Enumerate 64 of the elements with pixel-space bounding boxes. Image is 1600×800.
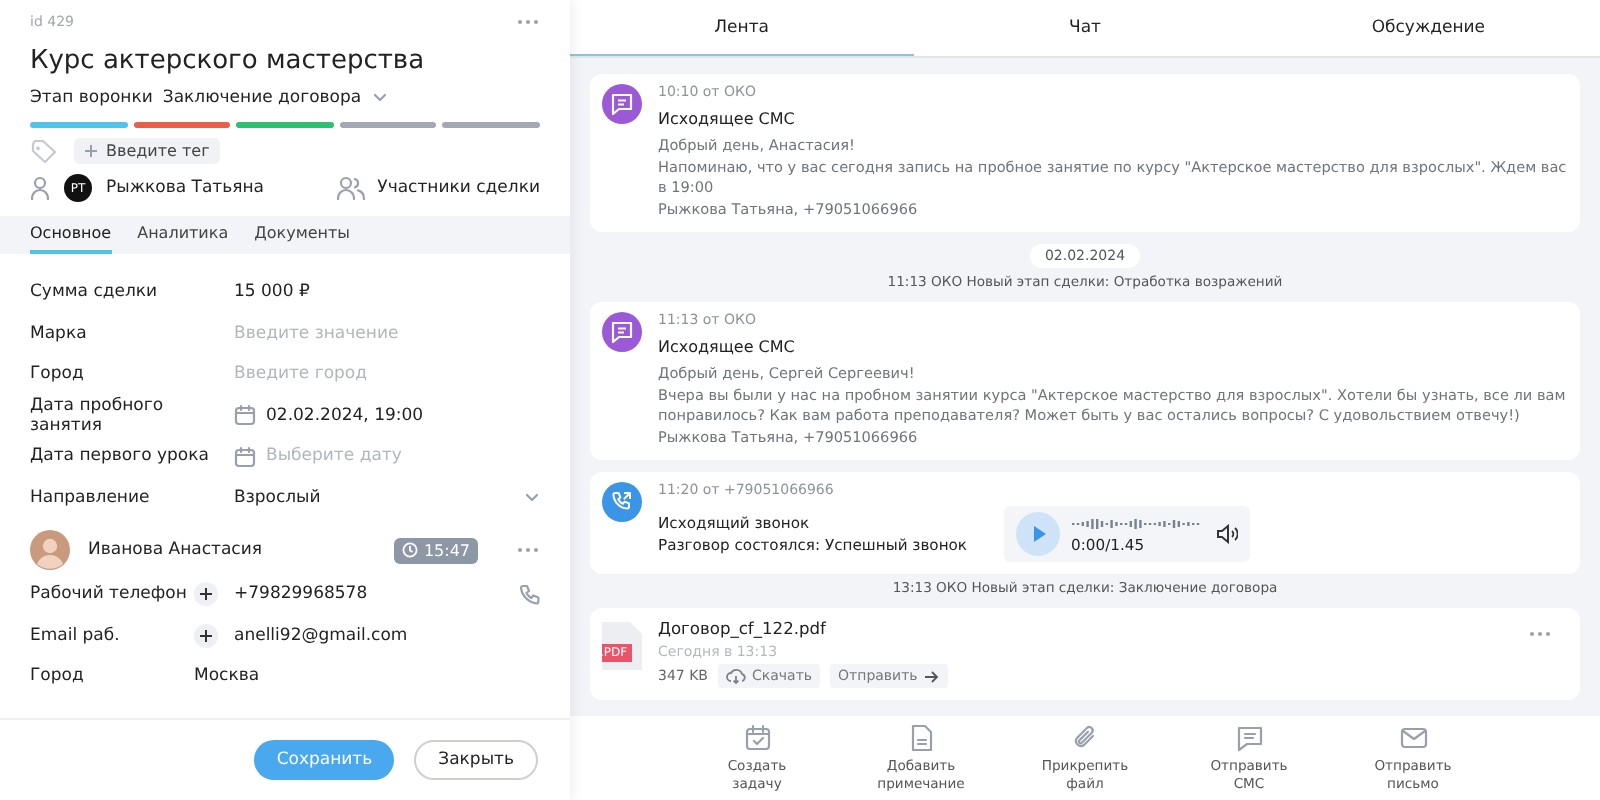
time-text: 15:47 — [423, 541, 470, 559]
file-name[interactable]: Договор_cf_122.pdf — [658, 618, 1570, 638]
chevron-down-icon[interactable] — [524, 491, 540, 504]
stage-label: Этап воронки — [30, 88, 153, 108]
responsible-name[interactable]: Рыжкова Татьяна — [106, 178, 264, 198]
field-value[interactable]: 02.02.2024, 19:00 — [266, 405, 424, 426]
play-icon[interactable] — [1015, 512, 1060, 556]
field-label: Рабочий телефон — [30, 584, 189, 605]
calendar-check-icon — [743, 724, 771, 752]
message-icon — [1235, 724, 1263, 752]
contact-name[interactable]: Иванова Анастасия — [88, 540, 262, 560]
participants-button[interactable]: Участники сделки — [335, 176, 540, 200]
close-button[interactable]: Закрыть — [414, 740, 538, 780]
field-value[interactable]: anelli92@gmail.com — [234, 625, 408, 646]
message-icon — [602, 312, 642, 352]
arrow-right-icon — [923, 669, 940, 683]
field-value[interactable]: Москва — [194, 666, 260, 687]
paperclip-icon — [1071, 724, 1099, 752]
phone-icon[interactable] — [518, 583, 540, 606]
deal-title: Курс актерского мастерства — [30, 46, 427, 76]
message-icon — [602, 84, 642, 124]
envelope-icon — [1399, 724, 1427, 752]
stage-segment[interactable] — [339, 122, 437, 128]
calendar-icon — [234, 404, 256, 427]
message-title: Исходящее СМС — [658, 110, 797, 128]
chevron-down-icon[interactable] — [371, 92, 388, 104]
calendar-icon — [234, 445, 256, 468]
field-label: Город — [30, 364, 86, 385]
plus-icon[interactable] — [194, 582, 218, 607]
field-label: Дата пробного занятия — [30, 395, 166, 436]
users-icon — [335, 176, 366, 200]
stage-dropdown[interactable]: Заключение договора — [162, 88, 362, 108]
plus-icon — [84, 144, 98, 158]
avatar — [30, 530, 70, 570]
field-label: Город — [30, 666, 86, 687]
tab[interactable]: Лента — [570, 0, 914, 56]
tab[interactable]: Аналитика — [137, 216, 229, 254]
waveform — [1071, 514, 1204, 534]
add-tag-button[interactable]: Введите тег — [74, 138, 220, 164]
tab[interactable]: Обсуждение — [1256, 0, 1600, 56]
tab[interactable]: Чат — [913, 0, 1257, 56]
more-icon[interactable] — [516, 546, 540, 554]
document-icon — [907, 724, 935, 752]
user-icon — [30, 176, 50, 200]
volume-icon[interactable] — [1215, 524, 1238, 544]
field-label: Марка — [30, 323, 89, 344]
field-label: Сумма сделки — [30, 282, 160, 303]
clock-icon — [401, 542, 418, 558]
message-title: Исходящее СМС — [658, 338, 797, 356]
plus-icon[interactable] — [194, 623, 218, 648]
field-label: Дата первого урока — [30, 446, 211, 467]
field-value[interactable]: +79829968578 — [234, 584, 368, 605]
tab[interactable]: Основное — [30, 216, 112, 254]
stage-segment[interactable] — [133, 122, 231, 128]
field-label: Направление — [30, 487, 152, 508]
field-value[interactable]: Взрослый — [234, 487, 321, 508]
tag-icon — [30, 139, 58, 163]
more-icon[interactable] — [516, 18, 540, 26]
cloud-download-icon — [725, 668, 746, 684]
field-value[interactable]: 15 000 ₽ — [234, 282, 310, 303]
more-icon[interactable] — [1528, 630, 1552, 638]
tab[interactable]: Документы — [254, 216, 350, 254]
field-label: Email раб. — [30, 625, 122, 646]
phone-call-icon — [602, 482, 642, 522]
